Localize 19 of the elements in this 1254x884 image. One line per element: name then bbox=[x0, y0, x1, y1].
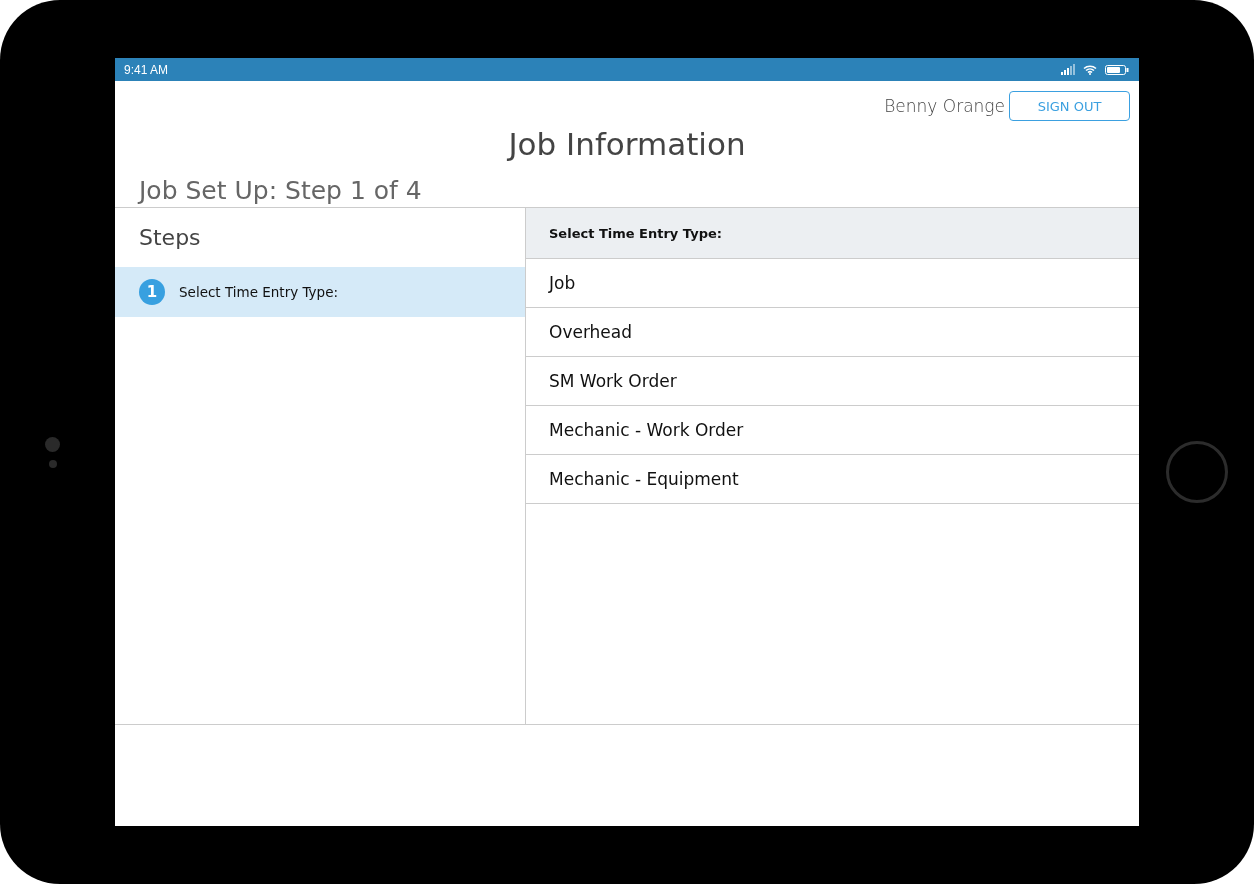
steps-heading: Steps bbox=[138, 224, 202, 252]
step-label: Select Time Entry Type: bbox=[179, 284, 339, 300]
time-entry-option[interactable]: Mechanic - Equipment bbox=[526, 455, 1139, 504]
list-heading: Select Time Entry Type: bbox=[549, 225, 722, 241]
battery-icon bbox=[1105, 64, 1129, 75]
step-progress-text: Job Set Up: Step 1 of 4 bbox=[136, 175, 423, 207]
time-entry-option[interactable]: Overhead bbox=[526, 308, 1139, 357]
time-entry-option[interactable]: SM Work Order bbox=[526, 357, 1139, 406]
wifi-icon bbox=[1083, 64, 1097, 75]
page-title: Job Information bbox=[506, 125, 747, 164]
home-button[interactable] bbox=[1165, 441, 1228, 503]
camera-icon bbox=[45, 436, 60, 468]
signal-icon bbox=[1061, 64, 1075, 75]
user-name: Benny Orange bbox=[884, 96, 1005, 116]
step-number-badge: 1 bbox=[139, 279, 165, 305]
status-time: 9:41 AM bbox=[124, 62, 169, 77]
time-entry-option[interactable]: Job bbox=[526, 259, 1139, 308]
step-item[interactable]: 1 Select Time Entry Type: bbox=[115, 267, 525, 317]
time-entry-option[interactable]: Mechanic - Work Order bbox=[526, 406, 1139, 455]
